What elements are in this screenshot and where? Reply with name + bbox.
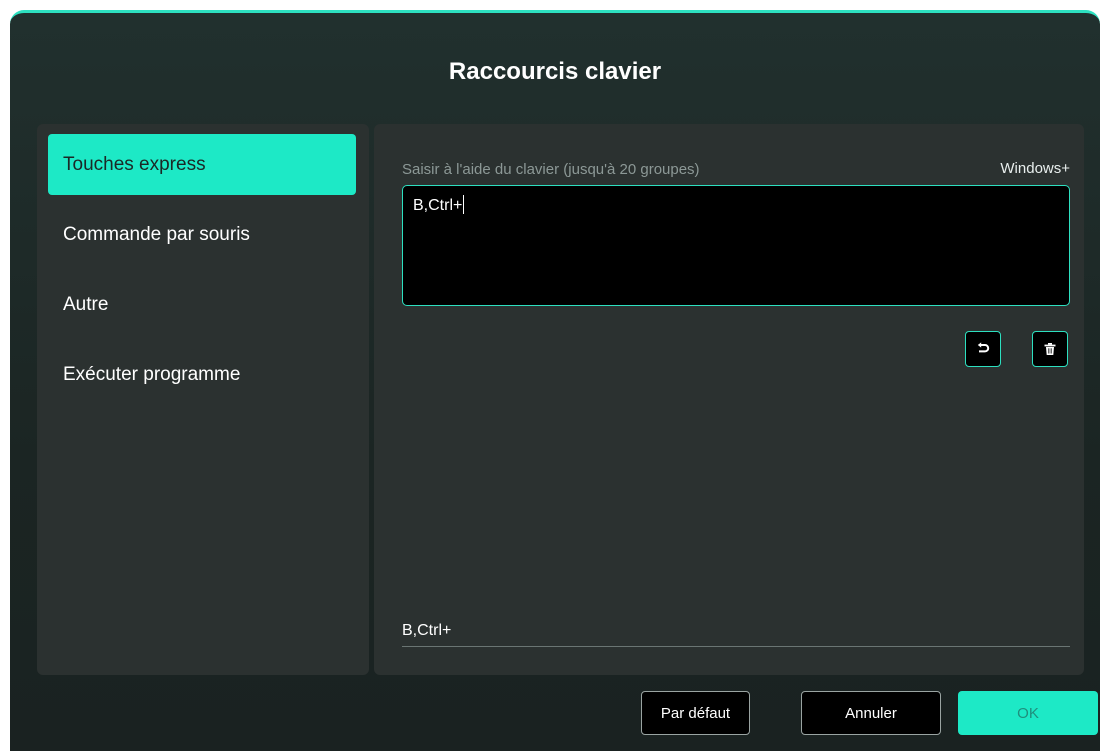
default-button[interactable]: Par défaut	[641, 691, 750, 735]
summary-divider	[402, 646, 1070, 647]
sidebar-item-commande-souris[interactable]: Commande par souris	[48, 204, 356, 265]
ok-button[interactable]: OK	[958, 691, 1098, 735]
shortcut-dialog: Raccourcis clavier Touches express Comma…	[10, 10, 1100, 751]
sidebar-item-autre[interactable]: Autre	[48, 274, 356, 335]
sidebar-item-executer-programme[interactable]: Exécuter programme	[48, 344, 356, 405]
trash-icon	[1044, 343, 1056, 355]
main-panel: Saisir à l'aide du clavier (jusqu'à 20 g…	[374, 124, 1084, 675]
os-modifier-label[interactable]: Windows+	[1000, 160, 1070, 177]
input-hint: Saisir à l'aide du clavier (jusqu'à 20 g…	[402, 161, 700, 178]
undo-button[interactable]	[965, 331, 1001, 367]
shortcut-summary: B,Ctrl+	[402, 622, 452, 639]
delete-button[interactable]	[1032, 331, 1068, 367]
cancel-button[interactable]: Annuler	[801, 691, 941, 735]
shortcut-input[interactable]: B,Ctrl+	[402, 185, 1070, 306]
sidebar: Touches express Commande par souris Autr…	[37, 124, 369, 675]
text-caret	[463, 195, 465, 214]
undo-icon	[977, 342, 990, 353]
shortcut-input-value: B,Ctrl+	[413, 197, 463, 214]
sidebar-item-touches-express[interactable]: Touches express	[48, 134, 356, 195]
dialog-title: Raccourcis clavier	[448, 58, 662, 85]
